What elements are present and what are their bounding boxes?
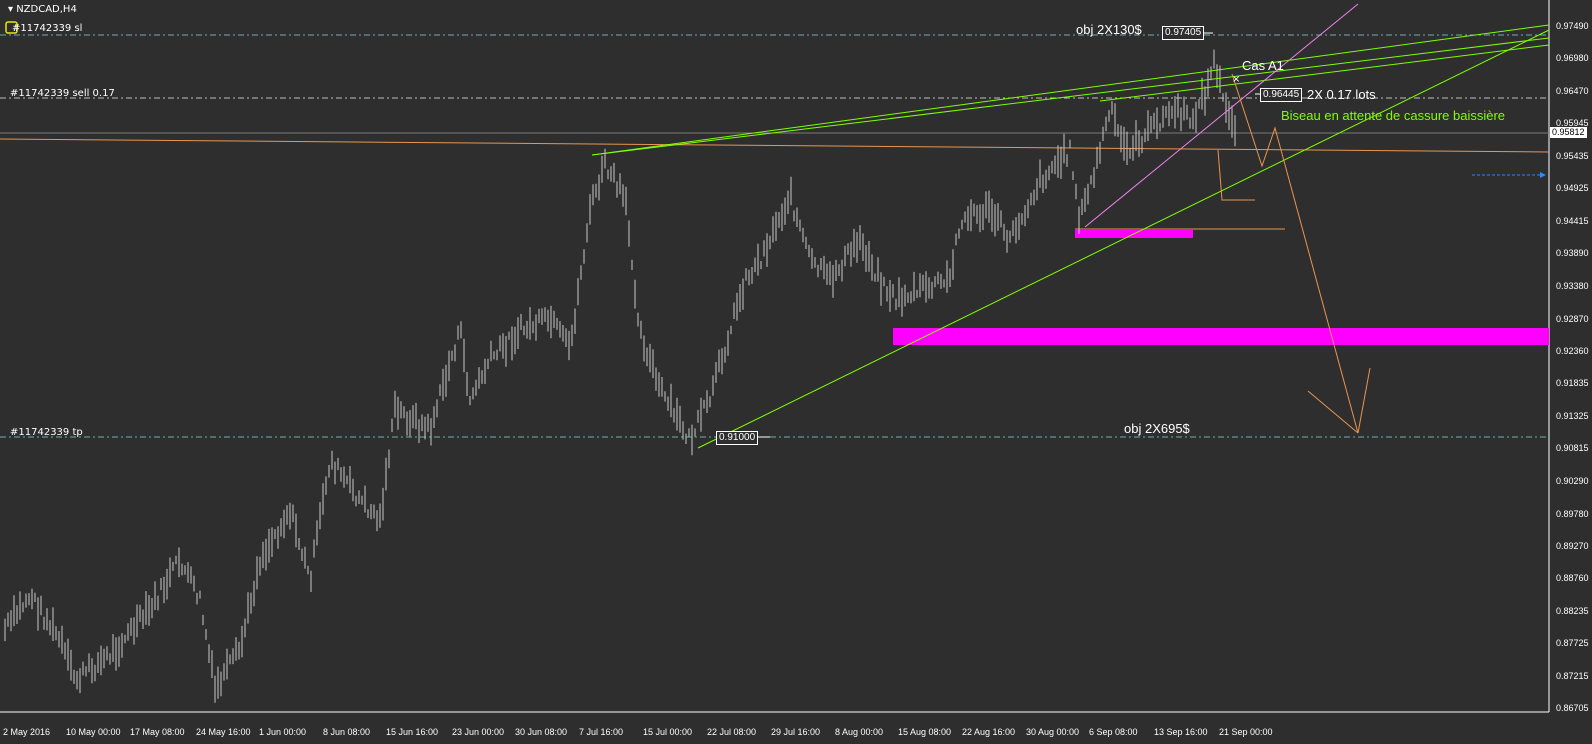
price-axis-tick: 0.90290 (1556, 476, 1589, 486)
price-axis-tick: 0.92870 (1556, 314, 1589, 324)
sl-label: #11742339 sl (12, 23, 83, 34)
time-axis-tick: 15 Jun 16:00 (386, 727, 439, 737)
lower-wedge-line (697, 29, 1550, 449)
high-price-box: 0.97405 (1162, 26, 1205, 40)
price-axis-tick: 0.88235 (1556, 606, 1589, 616)
upper-wedge-line-a (591, 24, 1550, 156)
time-axis-tick: 10 May 00:00 (66, 727, 121, 737)
time-axis-tick: 30 Aug 00:00 (1026, 727, 1080, 737)
time-axis-tick: 15 Jul 00:00 (643, 727, 693, 737)
time-axis-tick: 8 Jun 08:00 (323, 727, 371, 737)
case-label: Cas A1 (1242, 58, 1284, 73)
price-axis-tick: 0.87725 (1556, 638, 1589, 648)
entry-label: #11742339 sell 0.17 (10, 88, 115, 99)
objective-top: obj 2X130$ (1076, 22, 1142, 37)
bid-arrow-head (1540, 172, 1546, 178)
magenta-zone-large (893, 328, 1549, 345)
price-axis-tick: 0.87215 (1556, 671, 1589, 681)
time-axis-tick: 6 Sep 08:00 (1089, 727, 1138, 737)
price-axis-tick: 0.95435 (1556, 151, 1589, 161)
entry-price-box: 0.96445 (1260, 88, 1303, 102)
orange-resistance-line (0, 138, 1550, 153)
price-axis-tick: 0.94925 (1556, 183, 1589, 193)
time-axis-tick: 1 Jun 00:00 (259, 727, 307, 737)
price-axis-tick: 0.88760 (1556, 573, 1589, 583)
time-axis-tick: 22 Aug 16:00 (962, 727, 1016, 737)
time-axis-tick: 29 Jul 16:00 (771, 727, 821, 737)
time-axis-tick: 8 Aug 00:00 (835, 727, 884, 737)
time-axis-tick: 17 May 08:00 (130, 727, 185, 737)
time-axis-tick: 7 Jul 16:00 (579, 727, 624, 737)
price-axis-tick: 0.90815 (1556, 443, 1589, 453)
price-axis-tick: 0.93380 (1556, 281, 1589, 291)
current-price-tag: 0.95812 (1550, 127, 1587, 138)
time-axis-tick: 21 Sep 00:00 (1219, 727, 1273, 737)
low-price-box: 0.91000 (716, 431, 759, 445)
price-axis-tick: 0.96980 (1556, 53, 1589, 63)
pattern-note: Biseau en attente de cassure baissière (1281, 108, 1506, 123)
time-axis-tick: 23 Jun 00:00 (452, 727, 505, 737)
price-axis-tick: 0.94415 (1556, 216, 1589, 226)
price-axis-tick: 0.92360 (1556, 346, 1589, 356)
projection-path (1217, 149, 1255, 201)
price-axis-tick: 0.91325 (1556, 411, 1589, 421)
time-axis-tick: 15 Aug 08:00 (898, 727, 952, 737)
lots-label: 2X 0.17 lots (1307, 87, 1376, 102)
price-axis-tick: 0.91835 (1556, 378, 1589, 388)
cross-marker: × (1232, 74, 1240, 85)
dropdown-icon[interactable]: ▾ (8, 4, 16, 15)
price-axis-tick: 0.86705 (1556, 703, 1589, 713)
time-axis-tick: 22 Jul 08:00 (707, 727, 757, 737)
price-axis-tick: 0.97490 (1556, 21, 1589, 31)
time-axis-tick: 30 Jun 08:00 (515, 727, 568, 737)
price-axis-tick: 0.89780 (1556, 509, 1589, 519)
objective-bottom: obj 2X695$ (1124, 421, 1190, 436)
upper-wedge-line-b (591, 37, 1550, 156)
price-axis-tick: 0.89270 (1556, 541, 1589, 551)
tp-label: #11742339 tp (10, 427, 83, 438)
price-axis-tick: 0.93890 (1556, 248, 1589, 258)
window-title: ▾ NZDCAD,H4 (8, 4, 77, 15)
chart-window[interactable]: × ▾ NZDCAD,H4 #11742339 sl #11742339 sel… (0, 0, 1592, 744)
time-axis-tick: 24 May 16:00 (196, 727, 251, 737)
price-axis-tick: 0.96470 (1556, 86, 1589, 96)
time-axis-tick: 2 May 2016 (3, 727, 51, 737)
price-axis-tick: 0.95945 (1556, 118, 1589, 128)
time-axis-tick: 13 Sep 16:00 (1154, 727, 1208, 737)
projection-arrow-left (1307, 390, 1359, 434)
